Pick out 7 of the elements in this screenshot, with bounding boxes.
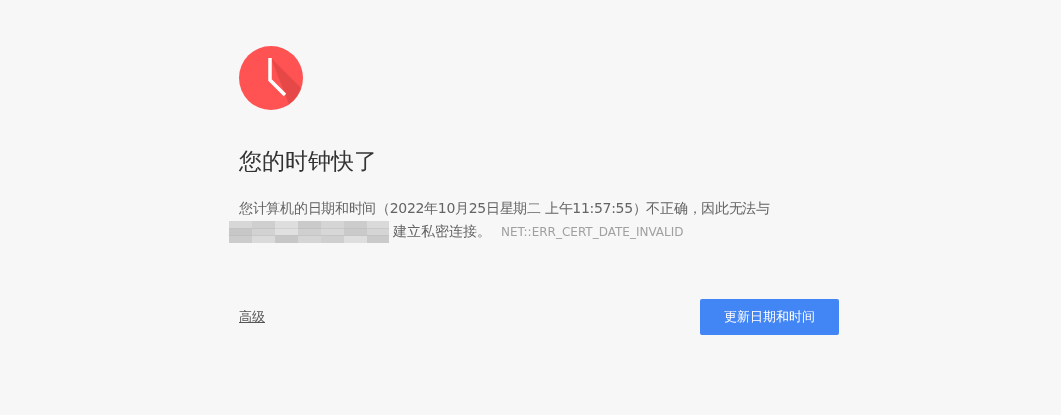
message-text: 您计算机的日期和时间（2022年10月25日星期二 上午11:57:55）不正确，因此无法与	[239, 199, 771, 218]
heading: 您的时钟快了	[239, 147, 378, 176]
clock-icon	[239, 46, 303, 110]
update-date-time-button[interactable]: 更新日期和时间	[700, 299, 839, 335]
error-code: NET::ERR_CERT_DATE_INVALID	[501, 225, 684, 239]
message-text: 建立私密连接。	[393, 223, 491, 241]
advanced-link[interactable]: 高级	[239, 308, 265, 326]
